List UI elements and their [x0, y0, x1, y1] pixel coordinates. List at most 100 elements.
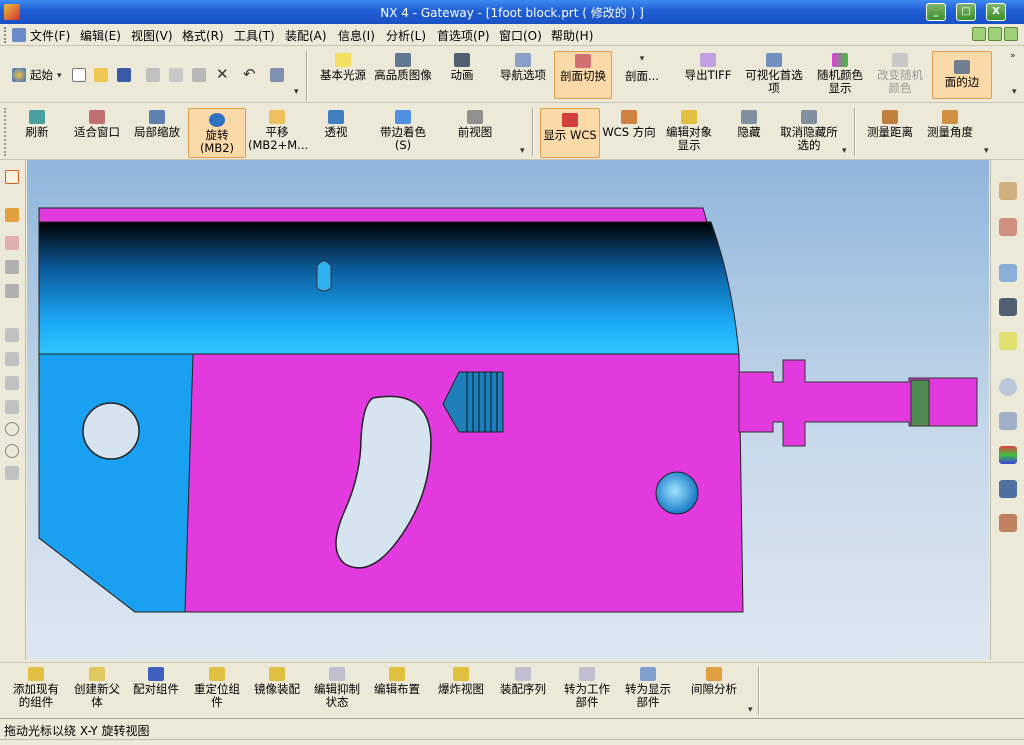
start-dropdown-icon[interactable]: ▾ [57, 71, 62, 81]
block-top-face [38, 207, 708, 223]
menu-format[interactable]: 格式(R) [182, 27, 224, 44]
graphics-viewport[interactable] [27, 160, 989, 660]
spline-icon[interactable] [5, 376, 19, 390]
maximize-button[interactable]: □ [956, 3, 976, 21]
edit-arrangement-button[interactable]: 编辑布置 [370, 667, 424, 696]
snap-point-icon[interactable] [5, 170, 19, 184]
rotate-button[interactable]: 旋转(MB2) [188, 108, 246, 158]
unhide-selected-button[interactable]: 取消隐藏所选的 [780, 110, 838, 152]
ellipse-icon[interactable] [5, 444, 19, 458]
polyline-icon[interactable] [5, 352, 19, 366]
delete-icon[interactable]: ✕ [216, 65, 229, 83]
add-existing-component-button[interactable]: 添加现有的组件 [10, 667, 62, 709]
start-button[interactable]: 起始 [30, 69, 53, 82]
roles-icon[interactable] [999, 480, 1017, 498]
assembly-sequence-button[interactable]: 装配序列 [496, 667, 550, 696]
menu-help[interactable]: 帮助(H) [551, 27, 593, 44]
help-icon[interactable] [999, 332, 1017, 350]
navigation-options-button[interactable]: 导航选项 [496, 53, 550, 82]
pan-button[interactable]: 平移(MB2+M... [248, 110, 308, 152]
mate-component-button[interactable]: 配对组件 [130, 667, 182, 696]
part-navigator-icon[interactable] [999, 218, 1017, 236]
menu-preferences[interactable]: 首选项(P) [437, 27, 490, 44]
wcs-orient-button[interactable]: WCS 方向 [602, 110, 656, 139]
copy-icon[interactable] [169, 68, 183, 82]
create-new-parent-button[interactable]: 创建新父体 [70, 667, 124, 709]
random-color-display-button[interactable]: 随机颜色显示 [812, 53, 868, 95]
high-quality-image-button[interactable]: 高品质图像 [374, 53, 432, 82]
measure-distance-button[interactable]: 测量距离 [862, 110, 918, 139]
zoom-area-button[interactable]: 局部缩放 [130, 110, 184, 139]
toolbar-grip[interactable] [4, 108, 6, 156]
doc-close-button[interactable] [1004, 27, 1018, 41]
system-materials-icon[interactable] [999, 412, 1017, 430]
menu-edit[interactable]: 编辑(E) [80, 27, 121, 44]
menu-assembly[interactable]: 装配(A) [285, 27, 327, 44]
perspective-button[interactable]: 透视 [318, 110, 354, 139]
menu-analysis[interactable]: 分析(L) [386, 27, 426, 44]
section-toggle-button[interactable]: 剖面切换 [554, 51, 612, 99]
make-work-part-button[interactable]: 转为工作部件 [560, 667, 614, 709]
export-tiff-button[interactable]: 导出TIFF [682, 53, 734, 82]
face-edges-button[interactable]: 面的边 [932, 51, 992, 99]
refresh-button[interactable]: 刷新 [20, 110, 54, 139]
front-view-button[interactable]: 前视图 [454, 110, 496, 139]
new-file-icon[interactable] [72, 68, 86, 82]
cut-icon[interactable] [146, 68, 160, 82]
visualization-preferences-button[interactable]: 可视化首选项 [745, 53, 803, 95]
minimize-button[interactable]: _ [926, 3, 946, 21]
palette-icon[interactable] [999, 446, 1017, 464]
visualization-toolbar-dropdown-icon[interactable]: ▾ [1012, 87, 1017, 97]
toolbar-overflow-icon[interactable]: » [1010, 51, 1016, 61]
make-displayed-part-button[interactable]: 转为显示部件 [620, 667, 676, 709]
measure-toolbar-dropdown-icon[interactable]: ▾ [984, 146, 989, 156]
hide-button[interactable]: 隐藏 [734, 110, 764, 139]
reuse-library-icon[interactable] [999, 264, 1017, 282]
assembly-toolbar-dropdown-icon[interactable]: ▾ [748, 705, 753, 715]
point-icon[interactable] [5, 208, 19, 222]
close-button[interactable]: X [986, 3, 1006, 21]
assembly-navigator-icon[interactable] [999, 182, 1017, 200]
reposition-component-button[interactable]: 重定位组件 [190, 667, 244, 709]
menu-window[interactable]: 窗口(O) [499, 27, 542, 44]
arc-icon[interactable] [5, 400, 19, 414]
menu-file[interactable]: 文件(F) [30, 27, 70, 44]
change-random-color-button[interactable]: 改变随机颜色 [872, 53, 928, 95]
menu-information[interactable]: 信息(I) [338, 27, 375, 44]
basic-light-button[interactable]: 基本光源 [316, 53, 370, 82]
circle-icon[interactable] [5, 422, 19, 436]
clearance-analysis-button[interactable]: 间隙分析 [686, 667, 742, 696]
display-wcs-button[interactable]: 显示 WCS [540, 108, 600, 158]
open-folder-icon[interactable] [94, 68, 108, 82]
web-browser-icon[interactable] [999, 298, 1017, 316]
exploded-view-button[interactable]: 爆炸视图 [434, 667, 488, 696]
edit-suppression-state-button[interactable]: 编辑抑制状态 [310, 667, 364, 709]
standard-toolbar-overflow-icon[interactable]: ▾ [294, 87, 299, 97]
doc-restore-button[interactable] [988, 27, 1002, 41]
line-icon[interactable] [5, 328, 19, 342]
selection-icon[interactable] [270, 68, 284, 82]
animation-button[interactable]: 动画 [440, 53, 484, 82]
edit-object-display-button[interactable]: 编辑对象显示 [662, 110, 716, 152]
users-icon[interactable] [999, 514, 1017, 532]
sketch-icon[interactable] [5, 284, 19, 298]
fit-window-button[interactable]: 适合窗口 [70, 110, 124, 139]
point-set-icon[interactable] [5, 466, 19, 480]
mirror-assembly-button[interactable]: 镜像装配 [250, 667, 304, 696]
part-model[interactable] [27, 160, 989, 660]
grid-icon[interactable] [5, 236, 19, 250]
view-toolbar-dropdown-icon[interactable]: ▾ [520, 146, 525, 156]
measure-angle-button[interactable]: 测量角度 [922, 110, 978, 139]
utility-toolbar-dropdown-icon[interactable]: ▾ [842, 146, 847, 156]
menu-view[interactable]: 视图(V) [131, 27, 173, 44]
section-options-button[interactable]: ▾ 剖面... [618, 53, 666, 83]
shaded-with-edges-button[interactable]: 带边着色(S) [372, 110, 434, 152]
save-icon[interactable] [117, 68, 131, 82]
rotate-small-icon[interactable] [5, 260, 19, 274]
undo-icon[interactable]: ↶ [243, 65, 256, 83]
menu-tools[interactable]: 工具(T) [234, 27, 275, 44]
menubar-grip[interactable] [4, 27, 8, 43]
paste-icon[interactable] [192, 68, 206, 82]
doc-minimize-button[interactable] [972, 27, 986, 41]
history-icon[interactable] [999, 378, 1017, 396]
